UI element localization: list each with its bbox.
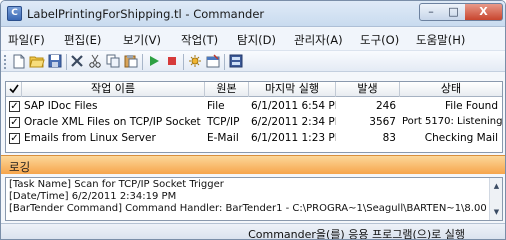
settings-icon[interactable] bbox=[187, 54, 203, 70]
task-count: 246 bbox=[375, 100, 396, 112]
toolbar-grip[interactable] bbox=[4, 55, 7, 69]
new-icon[interactable] bbox=[11, 54, 27, 70]
header-source[interactable]: 원본 bbox=[205, 82, 249, 97]
task-table: 작업 이름 원본 마지막 실행 발생 상태 ✓ SAP IDoc Files F… bbox=[5, 81, 503, 153]
view-icon[interactable] bbox=[228, 54, 244, 70]
menu-tasks[interactable]: 작업(T) bbox=[181, 32, 218, 48]
menu-bar: 파일(F) 편집(E) 보기(V) 작업(T) 탐지(D) 관리자(A) 도구(… bbox=[1, 28, 505, 50]
menu-file[interactable]: 파일(F) bbox=[8, 32, 45, 48]
status-text: Commander을(를) 응용 프로그램(으)로 실행 bbox=[248, 228, 465, 240]
properties-icon[interactable] bbox=[205, 54, 221, 70]
header-status[interactable]: 상태 bbox=[400, 82, 502, 97]
header-count[interactable]: 발생 bbox=[336, 82, 400, 97]
toolbar-separator bbox=[66, 54, 67, 70]
start-icon[interactable] bbox=[146, 54, 162, 70]
task-enabled-checkbox[interactable]: ✓ bbox=[9, 101, 20, 112]
save-icon[interactable] bbox=[47, 54, 63, 70]
cut-icon[interactable] bbox=[87, 54, 103, 70]
task-status: Checking Mail bbox=[424, 132, 498, 144]
close-button[interactable]: X bbox=[465, 3, 503, 21]
task-status: File Found bbox=[445, 100, 498, 112]
menu-edit[interactable]: 편집(E) bbox=[64, 32, 101, 48]
open-icon[interactable] bbox=[29, 54, 45, 70]
copy-icon[interactable] bbox=[105, 54, 121, 70]
log-line: [BarTender Command] Command Handler: Bar… bbox=[9, 203, 487, 214]
task-name: SAP IDoc Files bbox=[24, 100, 98, 112]
task-last-run: 6/1/2011 1:23 PM bbox=[251, 132, 336, 144]
header-last-run[interactable]: 마지막 실행 bbox=[249, 82, 336, 97]
task-count: 3567 bbox=[369, 116, 396, 128]
app-icon: C bbox=[7, 6, 22, 21]
scroll-down-icon[interactable]: ▼ bbox=[492, 208, 501, 216]
table-row[interactable]: ✓ Oracle XML Files on TCP/IP Socket TCP/… bbox=[6, 114, 502, 130]
task-last-run: 6/1/2011 6:54 PM bbox=[251, 100, 336, 112]
task-source: E-Mail bbox=[207, 132, 239, 144]
status-bar: Commander을(를) 응용 프로그램(으)로 실행 bbox=[1, 223, 505, 240]
task-enabled-checkbox[interactable]: ✓ bbox=[9, 133, 20, 144]
stop-icon[interactable] bbox=[164, 54, 180, 70]
task-name: Emails from Linux Server bbox=[24, 132, 156, 144]
scroll-up-icon[interactable]: ▲ bbox=[492, 182, 501, 190]
log-output[interactable]: [Task Name] Scan for TCP/IP Socket Trigg… bbox=[5, 177, 503, 221]
log-line: [Date/Time] 6/2/2011 2:34:19 PM bbox=[9, 191, 177, 202]
log-scrollbar[interactable]: ▲ ▼ bbox=[489, 178, 502, 220]
task-source: TCP/IP bbox=[207, 116, 240, 128]
menu-administer[interactable]: 관리자(A) bbox=[294, 32, 343, 48]
menu-help[interactable]: 도움말(H) bbox=[416, 32, 465, 48]
menu-tools[interactable]: 도구(O) bbox=[360, 32, 399, 48]
task-status: Port 5170: Listening. bbox=[402, 116, 502, 127]
table-row[interactable]: ✓ Emails from Linux Server E-Mail 6/1/20… bbox=[6, 130, 502, 146]
task-enabled-checkbox[interactable]: ✓ bbox=[9, 117, 20, 128]
toolbar bbox=[1, 50, 505, 72]
menu-view[interactable]: 보기(V) bbox=[123, 32, 161, 48]
header-check[interactable] bbox=[6, 82, 22, 97]
menu-detect[interactable]: 탐지(D) bbox=[237, 32, 276, 48]
table-row[interactable]: ✓ SAP IDoc Files File 6/1/2011 6:54 PM 2… bbox=[6, 98, 502, 114]
toolbar-separator bbox=[142, 54, 143, 70]
header-task-name[interactable]: 작업 이름 bbox=[22, 82, 205, 97]
toolbar-separator bbox=[224, 54, 225, 70]
commander-window: C LabelPrintingForShipping.tl - Commande… bbox=[0, 0, 506, 240]
task-source: File bbox=[207, 100, 225, 112]
logging-panel-header[interactable]: 로깅 bbox=[1, 155, 505, 174]
task-count: 83 bbox=[382, 132, 396, 144]
minimize-button[interactable]: – bbox=[419, 3, 443, 21]
task-name: Oracle XML Files on TCP/IP Socket bbox=[24, 116, 201, 128]
delete-icon[interactable] bbox=[69, 54, 85, 70]
window-title: LabelPrintingForShipping.tl - Commander bbox=[27, 7, 265, 21]
paste-icon[interactable] bbox=[123, 54, 139, 70]
title-bar[interactable]: C LabelPrintingForShipping.tl - Commande… bbox=[1, 1, 505, 27]
table-header: 작업 이름 원본 마지막 실행 발생 상태 bbox=[6, 82, 502, 97]
log-line: [Task Name] Scan for TCP/IP Socket Trigg… bbox=[9, 179, 224, 190]
maximize-button[interactable]: □ bbox=[442, 3, 466, 21]
task-last-run: 6/2/2011 2:34 PM bbox=[251, 116, 336, 128]
logging-title: 로깅 bbox=[9, 160, 31, 174]
toolbar-separator bbox=[183, 54, 184, 70]
